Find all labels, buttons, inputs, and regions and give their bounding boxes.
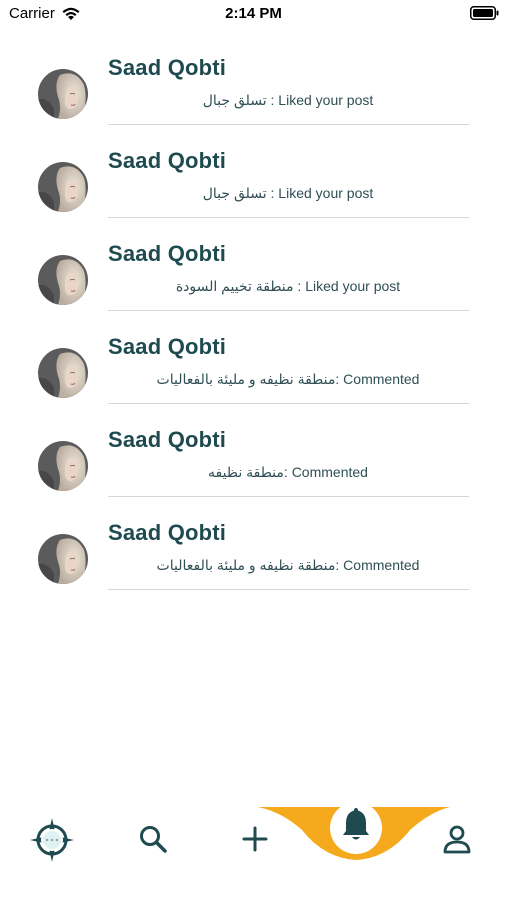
status-bar: Carrier 2:14 PM	[0, 0, 507, 28]
divider	[108, 496, 469, 497]
add-icon	[242, 826, 268, 852]
tab-notifications[interactable]	[338, 804, 374, 844]
divider	[108, 589, 469, 590]
notification-list: Saad Qobti تسلق جبال : Liked your post S…	[0, 47, 507, 605]
avatar[interactable]	[38, 441, 88, 491]
tab-profile[interactable]	[440, 822, 474, 856]
profile-icon	[443, 825, 471, 854]
notification-detail: تسلق جبال : Liked your post	[202, 92, 374, 108]
status-time: 2:14 PM	[225, 5, 282, 22]
notification-row[interactable]: Saad Qobti تسلق جبال : Liked your post	[0, 47, 507, 140]
divider	[108, 310, 469, 311]
notification-row[interactable]: Saad Qobti تسلق جبال : Liked your post	[0, 140, 507, 233]
search-icon	[140, 826, 167, 853]
notification-detail: منطقة نظيفه: Commented	[208, 464, 368, 480]
divider	[108, 403, 469, 404]
bell-icon	[343, 808, 369, 840]
notification-detail: منطقة تخييم السودة : Liked your post	[175, 278, 401, 294]
avatar[interactable]	[38, 534, 88, 584]
user-name[interactable]: Saad Qobti	[108, 55, 226, 81]
tab-add[interactable]	[238, 822, 272, 856]
user-name[interactable]: Saad Qobti	[108, 334, 226, 360]
divider	[108, 217, 469, 218]
user-name[interactable]: Saad Qobti	[108, 427, 226, 453]
compass-icon	[30, 818, 74, 862]
tab-bar	[0, 800, 507, 900]
battery-icon	[470, 6, 499, 20]
divider	[108, 124, 469, 125]
tab-search[interactable]	[136, 822, 170, 856]
avatar[interactable]	[38, 162, 88, 212]
notification-row[interactable]: Saad Qobti منطقة نظيفه و مليئة بالفعاليا…	[0, 326, 507, 419]
notification-row[interactable]: Saad Qobti منطقة تخييم السودة : Liked yo…	[0, 233, 507, 326]
avatar[interactable]	[38, 348, 88, 398]
notification-detail: منطقة نظيفه و مليئة بالفعاليات: Commente…	[156, 371, 420, 387]
notification-row[interactable]: Saad Qobti منطقة نظيفه: Commented	[0, 419, 507, 512]
tab-explore[interactable]	[29, 817, 75, 863]
avatar[interactable]	[38, 255, 88, 305]
notification-detail: تسلق جبال : Liked your post	[202, 185, 374, 201]
user-name[interactable]: Saad Qobti	[108, 520, 226, 546]
notification-detail: منطقة نظيفه و مليئة بالفعاليات: Commente…	[156, 557, 420, 573]
notification-row[interactable]: Saad Qobti منطقة نظيفه و مليئة بالفعاليا…	[0, 512, 507, 605]
user-name[interactable]: Saad Qobti	[108, 241, 226, 267]
avatar[interactable]	[38, 69, 88, 119]
user-name[interactable]: Saad Qobti	[108, 148, 226, 174]
